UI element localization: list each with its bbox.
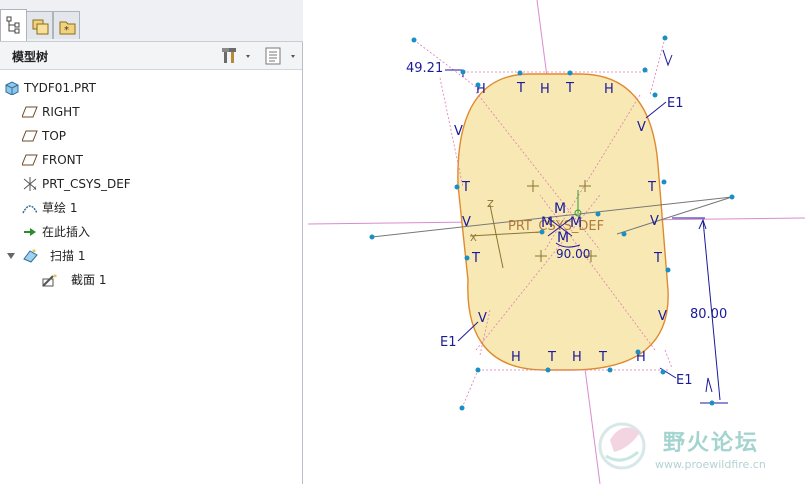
panel-header: 模型树 [0, 42, 302, 70]
tree-item-label: RIGHT [42, 105, 80, 119]
svg-text:H: H [604, 82, 614, 97]
section-icon: * [42, 273, 57, 287]
svg-text:T: T [516, 81, 525, 96]
m-constraint: M [541, 215, 553, 231]
svg-text:H: H [572, 350, 582, 365]
svg-text:*: * [53, 273, 57, 282]
graphics-viewport[interactable]: Z X PRT_CSYS_DEF M M M M 90.00 H T H T H [304, 0, 805, 484]
m-constraint: M [554, 201, 566, 217]
watermark-text: 野火论坛 [663, 431, 760, 456]
collapse-icon[interactable] [6, 251, 16, 261]
svg-text:x: x [33, 185, 37, 191]
watermark-logo [598, 422, 646, 470]
tree-show-button[interactable] [265, 46, 301, 66]
datum-plane-icon [22, 130, 38, 142]
tree-item-label: 草绘 1 [42, 201, 78, 215]
sweep-icon: * [23, 249, 38, 263]
sketch-canvas[interactable]: Z X PRT_CSYS_DEF M M M M 90.00 H T H T H [304, 0, 805, 484]
svg-text:T: T [461, 180, 470, 195]
svg-text:*: * [32, 249, 36, 257]
m-constraint: M [570, 215, 582, 231]
dimension-top: 49.21 [406, 61, 443, 76]
sketch-icon [22, 205, 38, 214]
panel-title: 模型树 [12, 50, 49, 64]
model-tree-panel: * 模型树 TYDF01.PRT RIGHT TOP FRONT x PRT_C… [0, 0, 303, 484]
datum-plane-icon [22, 106, 38, 118]
favorites-tab[interactable]: * [53, 11, 80, 39]
svg-text:H: H [540, 82, 550, 97]
tree-item-label: FRONT [42, 153, 83, 167]
datum-plane-icon [22, 154, 38, 166]
tree-item-label: 截面 1 [71, 273, 107, 287]
list-icon [265, 47, 295, 65]
svg-text:T: T [653, 251, 662, 266]
svg-text:E1: E1 [676, 373, 693, 388]
svg-text:T: T [647, 180, 656, 195]
angle-dimension: 90.00 [556, 247, 590, 261]
tree-item-label: 扫描 1 [50, 249, 86, 263]
svg-text:T: T [547, 350, 556, 365]
folder-icon [32, 19, 49, 35]
svg-text:V: V [637, 120, 646, 135]
tree-item-label: 在此插入 [42, 225, 91, 239]
tree-settings-button[interactable] [222, 46, 254, 66]
svg-text:T: T [598, 350, 607, 365]
folder-browser-tab[interactable] [26, 11, 53, 39]
svg-text:V: V [454, 124, 463, 139]
dimension-right: 80.00 [690, 307, 727, 322]
favorites-icon: * [59, 21, 76, 36]
svg-text:*: * [64, 25, 69, 36]
axis-z-label: Z [487, 199, 494, 210]
insert-here-icon [24, 228, 36, 236]
tree-item-label: TOP [42, 129, 67, 143]
part-icon [5, 81, 19, 95]
model-tree-icon [6, 16, 20, 34]
svg-text:H: H [511, 350, 521, 365]
model-tree-tab[interactable] [0, 9, 27, 41]
csys-icon: x [23, 177, 37, 191]
tree-item-label: PRT_CSYS_DEF [42, 177, 131, 191]
svg-text:V: V [462, 215, 471, 230]
svg-text:T: T [471, 251, 480, 266]
tree-root-label: TYDF01.PRT [24, 81, 96, 95]
panel-tabstrip: * [0, 0, 303, 42]
watermark-url: www.proewildfire.cn [655, 458, 766, 471]
svg-text:V: V [658, 309, 667, 324]
svg-text:T: T [565, 81, 574, 96]
svg-text:V: V [650, 214, 659, 229]
tools-icon [222, 48, 250, 63]
svg-text:E1: E1 [440, 335, 457, 350]
axis-x-label: X [470, 233, 477, 244]
svg-text:V: V [478, 311, 487, 326]
svg-text:E1: E1 [667, 96, 684, 111]
